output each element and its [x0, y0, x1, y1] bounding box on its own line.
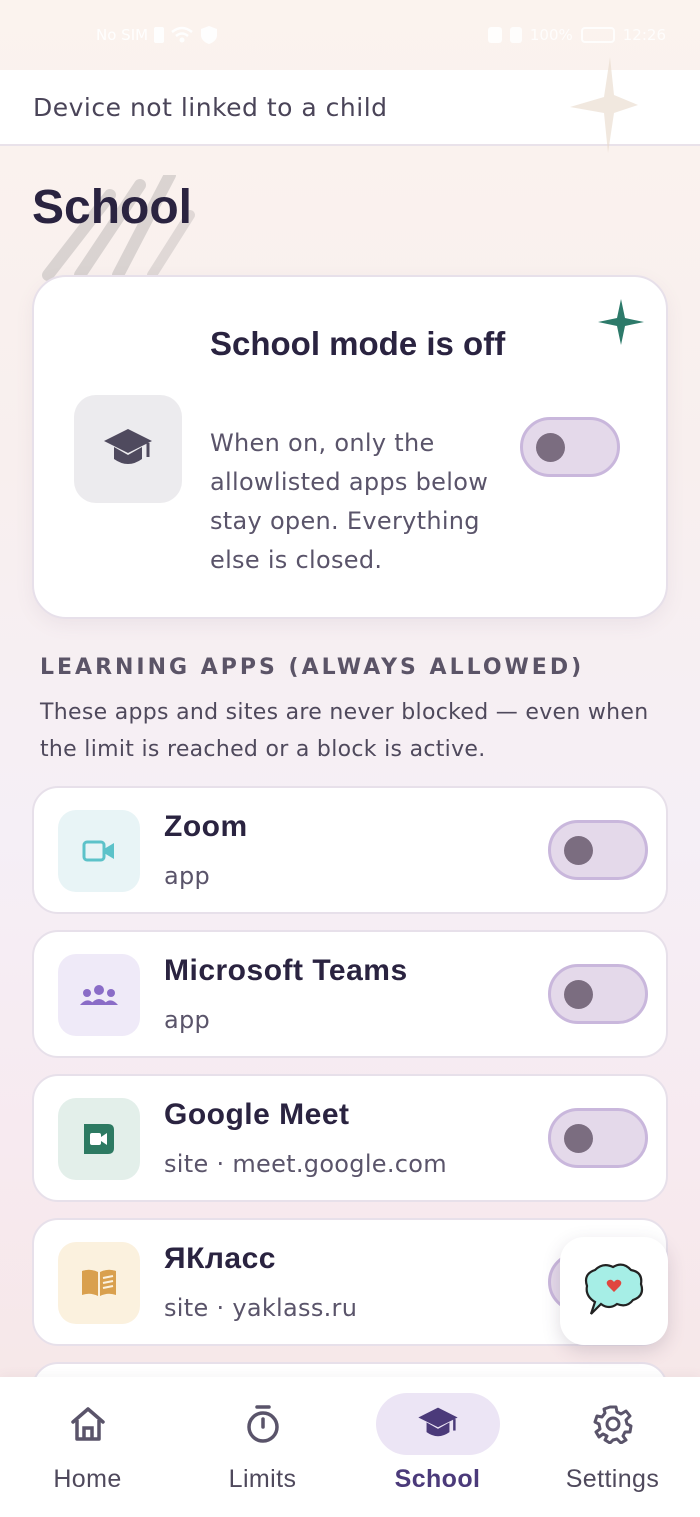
status-right: 100% 12:26 [487, 26, 666, 44]
learning-app-item: Microsoft Teams app [32, 930, 668, 1058]
school-mode-description: When on, only the allowlisted apps below… [210, 429, 489, 574]
toggle-knob [564, 980, 593, 1009]
banner-text: Device not linked to a child [33, 92, 388, 122]
page-title: School [32, 181, 193, 234]
app-subtitle: site · yaklass.ru [164, 1294, 358, 1322]
nav-settings[interactable]: Settings [525, 1377, 700, 1517]
app-name: Microsoft Teams [164, 954, 408, 987]
toggle-knob [564, 836, 593, 865]
yaklass-icon-box [58, 1242, 140, 1324]
zoom-toggle[interactable] [548, 820, 648, 880]
graduation-cap-icon [417, 1407, 458, 1437]
google-meet-icon [84, 1124, 114, 1154]
battery-icon [580, 27, 615, 43]
vibrate-icon [509, 27, 522, 43]
app-name: Zoom [164, 810, 248, 843]
teams-toggle[interactable] [548, 964, 648, 1024]
nav-home[interactable]: Home [0, 1377, 175, 1517]
wifi-icon [171, 26, 193, 43]
carrier-label: No SIM [96, 26, 149, 44]
nav-icon-wrap [551, 1393, 675, 1455]
clock: 12:26 [622, 26, 666, 44]
sim-alert-icon [154, 27, 165, 43]
app-subtitle: site · meet.google.com [164, 1150, 447, 1178]
sparkle-icon [598, 299, 644, 345]
app-subtitle: app [164, 1006, 211, 1034]
status-bar: No SIM 100% 12:26 [0, 0, 700, 70]
nav-label: Settings [565, 1465, 660, 1493]
toggle-knob [536, 433, 565, 462]
home-icon [70, 1407, 105, 1441]
nav-limits[interactable]: Limits [175, 1377, 350, 1517]
school-mode-card: School mode is off When on, only the all… [32, 275, 668, 619]
app-name: ЯКласс [164, 1242, 276, 1275]
book-icon [82, 1269, 116, 1296]
meet-icon-box [58, 1098, 140, 1180]
nav-icon-wrap [375, 1393, 500, 1455]
zoom-icon-box [58, 810, 140, 892]
school-mode-title: School mode is off [210, 325, 506, 362]
group-icon [80, 985, 118, 1005]
shield-icon [201, 26, 218, 44]
status-left: No SIM [96, 25, 218, 45]
app-name: Google Meet [164, 1098, 350, 1131]
learning-apps-description: These apps and sites are never blocked —… [40, 700, 649, 762]
meet-toggle[interactable] [548, 1108, 648, 1168]
nav-icon-wrap [26, 1393, 150, 1455]
school-mode-toggle[interactable] [520, 417, 620, 477]
link-status-banner[interactable]: Device not linked to a child [0, 70, 700, 146]
nav-icon-wrap [201, 1393, 325, 1455]
chat-bubble-heart-icon [584, 1263, 644, 1315]
app-subtitle: app [164, 862, 211, 890]
teams-icon-box [58, 954, 140, 1036]
nfc-icon [487, 27, 502, 43]
bottom-nav: Home Limits School Settings [0, 1377, 700, 1517]
toggle-knob [564, 1124, 593, 1153]
nav-school[interactable]: School [350, 1377, 525, 1517]
graduation-cap-icon [104, 429, 152, 464]
nav-label: Home [53, 1465, 122, 1493]
chat-button[interactable] [560, 1237, 668, 1345]
timer-icon [246, 1405, 279, 1443]
nav-label: School [394, 1465, 481, 1493]
learning-apps-heading: LEARNING APPS (ALWAYS ALLOWED) [40, 655, 585, 680]
learning-app-item: Zoom app [32, 786, 668, 914]
battery-percent: 100% [529, 26, 573, 44]
nav-label: Limits [228, 1465, 297, 1493]
learning-app-item: Google Meet site · meet.google.com [32, 1074, 668, 1202]
school-mode-icon-box [74, 395, 182, 503]
gear-icon [593, 1405, 632, 1444]
video-camera-icon [82, 840, 114, 862]
